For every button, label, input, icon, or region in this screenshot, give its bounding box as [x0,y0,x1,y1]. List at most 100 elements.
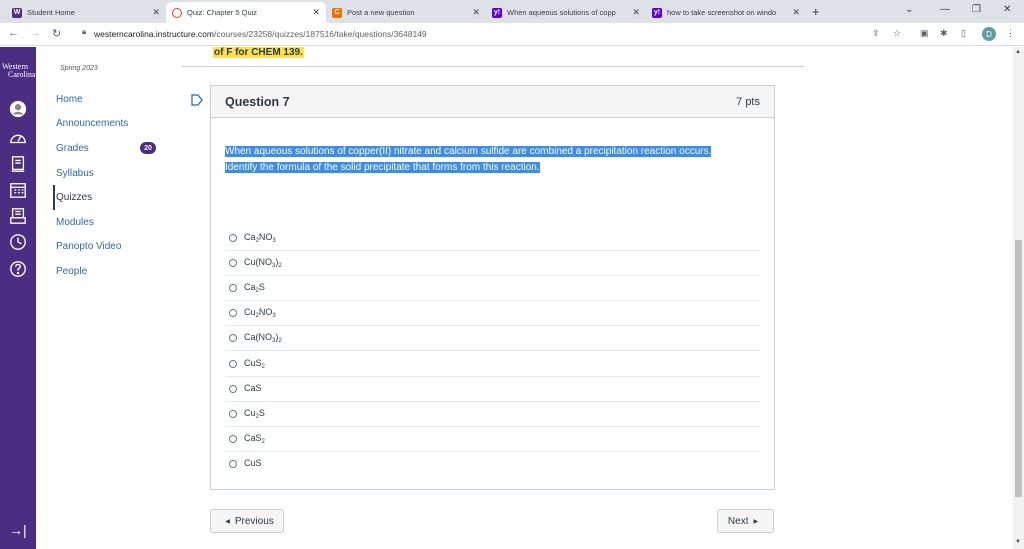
answer-label: CaS2 [244,432,265,445]
answer-option[interactable]: Cu(NO3)2 [225,250,760,275]
answer-option[interactable]: CaS2 [225,425,760,451]
question-header: Question 7 7 pts [211,86,774,118]
puzzle-extension-icon[interactable]: ✱ [940,28,948,39]
course-nav-announcements[interactable]: Announcements [56,112,176,137]
radio-button[interactable] [229,309,237,318]
global-navigation: Western Carolina →| [0,47,36,549]
tab-chegg[interactable]: C Post a new question ✕ [326,2,486,23]
profile-avatar[interactable]: D [982,27,996,41]
answer-label: CuS2 [244,357,265,370]
radio-button[interactable] [229,384,237,393]
answer-list: Ca2NO3 Cu(NO3)2 Ca2S Cu2NO3 Ca(NO3)2 CuS2 CaS C… [225,225,760,476]
forward-arrow-icon[interactable]: → [30,27,41,39]
tab-quiz[interactable]: Quiz: Chapter 5 Quiz ✕ [166,2,326,23]
answer-option[interactable]: CaS [225,375,760,401]
calendar-icon[interactable] [9,181,27,199]
bookmark-star-icon[interactable]: ☆ [893,28,901,39]
course-nav-grades[interactable]: Grades 20 [56,136,176,161]
tab-yahoo-search-1[interactable]: y! When aqueous solutions of copp ✕ [486,2,646,23]
caret-left-icon: ◀ [225,518,230,525]
collapse-arrow-icon[interactable]: →| [9,522,27,538]
account-icon[interactable] [9,100,27,118]
grades-count-badge: 20 [140,142,156,155]
course-nav-people[interactable]: People [56,259,176,284]
help-icon[interactable] [9,260,27,278]
courses-icon[interactable] [9,155,27,173]
radio-button[interactable] [229,434,237,443]
browser-toolbar: ← → ↻ 🔒︎ westerncarolina.instructure.com… [0,23,1024,46]
close-tab-icon[interactable]: ✕ [152,7,160,18]
radio-button[interactable] [229,409,237,418]
share-icon[interactable]: ⇪ [872,28,880,39]
answer-label: Ca(NO3)2 [244,332,282,345]
side-panel-icon[interactable]: ▯ [961,28,966,39]
course-nav-modules[interactable]: Modules [56,210,176,235]
close-window-icon[interactable]: ✕ [1003,4,1011,15]
answer-option[interactable]: CuS [225,450,760,476]
next-button[interactable]: Next ▶ [717,509,774,533]
course-navigation: Home Announcements Grades 20 Syllabus Qu… [53,87,176,284]
browser-tab-strip: W Student Home ✕ Quiz: Chapter 5 Quiz ✕ … [0,0,1024,23]
highlighted-instruction-text: of F for CHEM 139. [213,47,304,58]
chegg-icon: C [332,7,342,18]
back-arrow-icon[interactable]: ← [8,27,19,39]
tab-yahoo-search-2[interactable]: y! how to take screenshot on windo ✕ [646,2,806,23]
course-nav-panopto[interactable]: Panopto Video [56,235,176,260]
course-nav-home[interactable]: Home [56,87,176,112]
answer-option[interactable]: Cu2S [225,400,760,426]
answer-label: CuS [244,457,262,468]
radio-button[interactable] [229,284,237,293]
radio-button[interactable] [229,459,237,468]
close-tab-icon[interactable]: ✕ [632,7,640,18]
question-card: Question 7 7 pts When aqueous solutions … [210,85,775,490]
answer-option[interactable]: Ca(NO3)2 [225,325,760,350]
course-nav-quizzes[interactable]: Quizzes [53,185,176,210]
wcu-logo[interactable]: Western Carolina [2,63,36,79]
radio-button[interactable] [229,259,237,268]
kebab-menu-icon[interactable]: ⋮ [1006,28,1015,39]
tab-student-home[interactable]: W Student Home ✕ [6,2,166,23]
radio-button[interactable] [229,334,237,343]
lock-icon: 🔒︎ [82,27,87,36]
answer-label: Cu2S [244,407,265,420]
scrollbar-thumb[interactable] [1015,240,1022,497]
restore-icon[interactable]: ❐ [972,4,981,15]
minimize-icon[interactable]: — [940,4,950,15]
answer-label: CaS [244,382,262,393]
tab-search-icon[interactable]: ⌄ [905,4,913,15]
radio-button[interactable] [229,233,237,242]
yahoo-icon: y! [652,7,662,18]
close-tab-icon[interactable]: ✕ [792,7,800,18]
yahoo-icon: y! [492,7,502,18]
history-clock-icon[interactable] [9,233,27,251]
question-text: When aqueous solutions of copper(II) nit… [225,146,712,173]
course-nav-syllabus[interactable]: Syllabus [56,161,176,186]
answer-label: Cu(NO3)2 [244,257,282,270]
extension-icon[interactable]: ▣ [920,28,929,39]
answer-option[interactable]: CuS2 [225,350,760,375]
answer-label: Ca2S [244,282,265,295]
wcu-icon: W [12,7,22,18]
course-term: Spring 2023 [60,65,98,72]
answer-label: Cu2NO3 [244,307,276,320]
question-title: Question 7 [225,94,290,109]
dashboard-icon[interactable] [9,129,27,147]
close-tab-icon[interactable]: ✕ [312,7,320,18]
close-tab-icon[interactable]: ✕ [472,7,480,18]
reload-icon[interactable]: ↻ [52,27,61,40]
previous-button[interactable]: ◀ Previous [210,509,284,533]
canvas-icon [172,7,182,18]
flag-question-icon[interactable] [190,93,204,107]
scroll-down-arrow-icon[interactable]: ▼ [1015,539,1021,545]
question-points: 7 pts [736,95,760,108]
inbox-icon[interactable] [9,207,27,225]
scroll-up-arrow-icon[interactable]: ▲ [1015,49,1021,55]
divider [182,66,804,67]
answer-option[interactable]: Ca2S [225,275,760,300]
radio-button[interactable] [229,359,237,368]
answer-option[interactable]: Cu2NO3 [225,300,760,325]
address-bar[interactable]: westerncarolina.instructure.com/courses/… [94,29,427,39]
answer-option[interactable]: Ca2NO3 [225,225,760,250]
new-tab-button[interactable]: + [812,4,820,19]
caret-right-icon: ▶ [753,518,759,525]
